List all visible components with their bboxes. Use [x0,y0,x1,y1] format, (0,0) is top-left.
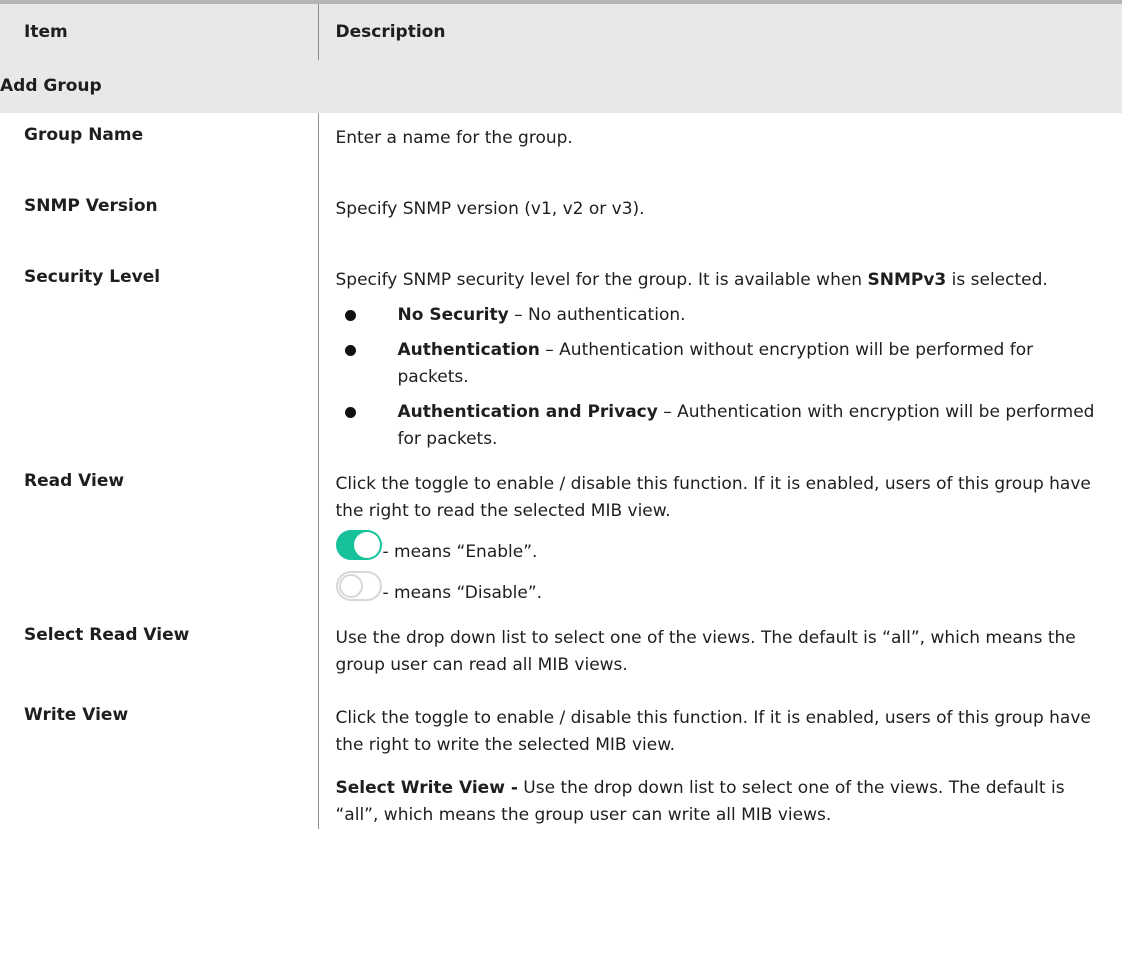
list-item: Authentication and Privacy – Authenticat… [336,399,1103,453]
table-header-row: Item Description [0,4,1122,60]
header-description: Description [317,4,1122,60]
table-row-read-view: Read View Click the toggle to enable / d… [0,459,1122,613]
bullet-icon [344,345,356,356]
toggle-on-icon [335,530,382,560]
bullet-icon [344,407,356,418]
item-description: Click the toggle to enable / disable thi… [335,474,1091,521]
toggle-on-legend: - means “Enable”. [335,525,1103,566]
table-row-snmp-version: SNMP Version Specify SNMP version (v1, v… [0,184,1122,255]
item-description: Use the drop down list to select one of … [335,628,1076,675]
item-label: SNMP Version [24,196,158,216]
item-label: Read View [24,471,125,491]
table-row-select-read-view: Select Read View Use the drop down list … [0,613,1122,693]
table-row-security-level: Security Level Specify SNMP security lev… [0,255,1122,459]
item-label: Security Level [24,267,161,287]
item-subdescription: Select Write View - Use the drop down li… [335,778,1065,825]
toggle-off-icon [335,571,382,601]
list-item: No Security – No authentication. [336,302,1103,329]
list-item: Authentication – Authentication without … [336,337,1103,391]
section-row: Add Group [0,60,1122,113]
item-description: Specify SNMP version (v1, v2 or v3). [335,199,645,219]
security-level-options: No Security – No authentication. Authent… [336,302,1103,453]
section-title: Add Group [0,60,1122,113]
document-page: Item Description Add Group Group Name En… [0,0,1122,954]
table-row-group-name: Group Name Enter a name for the group. [0,113,1122,184]
item-description: Specify SNMP security level for the grou… [335,270,1048,290]
item-description: Click the toggle to enable / disable thi… [335,708,1091,755]
header-item: Item [0,4,318,60]
toggle-off-legend: - means “Disable”. [335,566,1103,607]
bullet-icon [344,310,356,321]
item-label: Group Name [24,125,144,145]
table-row-write-view: Write View Click the toggle to enable / … [0,693,1122,829]
item-description-table: Item Description Add Group Group Name En… [0,4,1122,829]
item-description: Enter a name for the group. [335,128,573,148]
item-label: Select Read View [24,625,190,645]
item-label: Write View [24,705,129,725]
